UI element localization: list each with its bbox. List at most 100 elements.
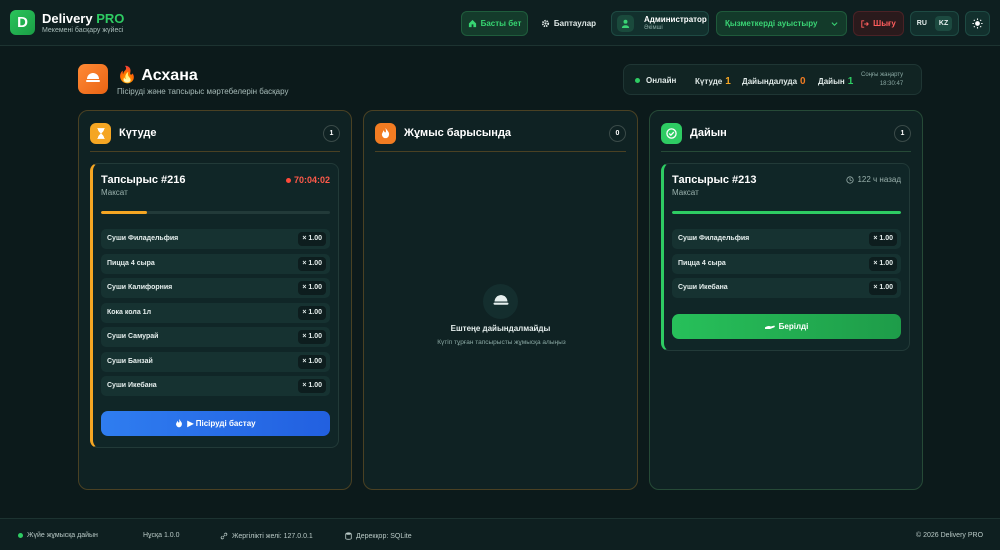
order-item-row: Суши Банзай × 1.00 [101, 351, 330, 372]
user-role: Әкімші [644, 24, 663, 31]
item-quantity: × 1.00 [869, 232, 897, 246]
column-count-badge: 1 [894, 125, 911, 142]
top-bar: D Delivery PRO Мекемені басқару жүйесі Б… [0, 0, 1000, 46]
order-item-row: Кока кола 1л × 1.00 [101, 302, 330, 323]
cooking-column-header: Жұмыс барысында 0 [375, 122, 626, 152]
status-bar: Онлайн Күтуде 1 Дайындалуда 0 Дайын 1 Со… [623, 64, 922, 95]
kitchen-icon [78, 64, 108, 94]
ready-column: Дайын 1 Тапсырыс #213 Максат 122 ч назад… [649, 110, 923, 490]
order-items-list: Суши Филадельфия × 1.00 Пицца 4 сыра × 1.00… [672, 229, 901, 303]
order-progress [101, 211, 330, 214]
order-item-row: Суши Калифорния × 1.00 [101, 278, 330, 298]
sun-icon [972, 18, 983, 29]
fire-icon: 🔥 [117, 67, 137, 84]
item-name: Суши Банзай [107, 357, 153, 365]
settings-button[interactable]: Баптаулар [535, 11, 602, 36]
logout-icon [861, 19, 870, 28]
version-label: Нұсқа 1.0.0 [143, 532, 180, 539]
order-title: Тапсырыс #216 [101, 174, 186, 186]
item-name: Суши Филадельфия [678, 235, 750, 242]
avatar [617, 15, 634, 32]
item-quantity: × 1.00 [298, 379, 326, 393]
order-item-row: Суши Самурай × 1.00 [101, 327, 330, 347]
waiting-column: Күтуде 1 Тапсырыс #216 Максат 70:04:02 С… [78, 110, 352, 490]
order-card: Тапсырыс #216 Максат 70:04:02 Суши Филад… [90, 163, 339, 448]
order-items-list: Суши Филадельфия × 1.00 Пицца 4 сыра × 1.00… [101, 229, 330, 401]
page-subtitle: Пісіруді және тапсырыс мәртебелерін басқ… [117, 87, 289, 96]
cooking-counter: Дайындалуда 0 [742, 76, 806, 87]
cooking-column: Жұмыс барысында 0 Ештеңе дайындалмайды К… [363, 110, 638, 490]
order-customer: Максат [101, 188, 128, 197]
empty-state-hint: Күтіп тұрған тапсырысты жұмысқа алыңыз [437, 339, 566, 346]
brand-name: Delivery PRO [42, 11, 125, 26]
column-count-badge: 1 [323, 125, 340, 142]
link-icon [220, 532, 228, 540]
page-title: 🔥 Асхана [117, 67, 198, 84]
order-item-row: Пицца 4 сыра × 1.00 [101, 253, 330, 274]
alert-dot-icon [285, 177, 291, 183]
item-name: Суши Самурай [107, 333, 159, 340]
column-title: Күтуде [119, 127, 157, 139]
hand-icon [764, 325, 775, 329]
order-item-row: Суши Филадельфия × 1.00 [672, 229, 901, 249]
flame-icon [375, 123, 396, 144]
item-name: Суши Калифорния [107, 284, 173, 291]
user-menu[interactable]: Администратор Әкімші [611, 11, 709, 36]
language-switch: RU KZ [910, 11, 959, 36]
logo[interactable]: D [10, 10, 35, 35]
theme-toggle-button[interactable] [965, 11, 990, 36]
start-cooking-button[interactable]: ▶ Пісіруді бастау [101, 411, 330, 436]
copyright: © 2026 Delivery PRO [916, 532, 984, 539]
item-quantity: × 1.00 [298, 232, 326, 246]
order-timer: 70:04:02 [285, 175, 330, 185]
item-quantity: × 1.00 [298, 330, 326, 344]
chevron-down-icon [831, 22, 838, 26]
clock-icon [846, 175, 855, 184]
item-quantity: × 1.00 [298, 354, 326, 369]
switch-employee-select[interactable]: Қызметкерді ауыстыру [716, 11, 847, 36]
order-elapsed: 122 ч назад [846, 175, 901, 184]
lang-ru-button[interactable]: RU [917, 20, 927, 27]
user-name: Администратор [644, 14, 707, 24]
order-card: Тапсырыс #213 Максат 122 ч назад Суши Фи… [661, 163, 910, 351]
order-title: Тапсырыс #213 [672, 174, 757, 186]
item-quantity: × 1.00 [869, 281, 897, 295]
item-quantity: × 1.00 [298, 256, 326, 271]
database-label: Дерекқор: SQLite [345, 532, 412, 540]
item-name: Суши Филадельфия [107, 235, 179, 242]
empty-state-title: Ештеңе дайындалмайды [450, 324, 551, 333]
column-title: Жұмыс барысында [404, 127, 512, 139]
order-item-row: Пицца 4 сыра × 1.00 [672, 253, 901, 274]
database-icon [345, 532, 352, 540]
home-button[interactable]: Басты бет [461, 11, 528, 36]
item-quantity: × 1.00 [869, 256, 897, 271]
lang-kz-button[interactable]: KZ [934, 16, 953, 31]
status-dot-icon [18, 533, 23, 538]
check-icon [661, 123, 682, 144]
order-item-row: Суши Филадельфия × 1.00 [101, 229, 330, 249]
waiting-counter: Күтуде 1 [695, 76, 731, 87]
gear-icon [541, 19, 550, 28]
footer: Жүйе жұмысқа дайын Нұсқа 1.0.0 Жергілікт… [0, 518, 1000, 550]
logout-button[interactable]: Шығу [853, 11, 904, 36]
brand-subtitle: Мекемені басқару жүйесі [42, 27, 124, 34]
column-count-badge: 0 [609, 125, 626, 142]
online-status: Онлайн [635, 76, 676, 85]
column-title: Дайын [690, 127, 727, 139]
home-icon [468, 19, 476, 28]
item-name: Суши Икебана [107, 382, 157, 389]
hourglass-icon [90, 123, 111, 144]
last-update: Соңғы жаңарту 18:30:47 [861, 72, 904, 87]
waiting-column-header: Күтуде 1 [90, 122, 340, 152]
item-quantity: × 1.00 [298, 305, 326, 320]
ready-column-header: Дайын 1 [661, 122, 911, 152]
system-status: Жүйе жұмысқа дайын [18, 532, 98, 539]
ready-counter: Дайын 1 [818, 76, 854, 87]
item-name: Суши Икебана [678, 284, 728, 291]
order-progress [672, 211, 901, 214]
item-name: Кока кола 1л [107, 308, 152, 316]
handed-over-button[interactable]: Берілді [672, 314, 901, 339]
user-icon [621, 19, 630, 28]
cloche-icon [483, 284, 518, 319]
online-dot-icon [635, 78, 640, 83]
